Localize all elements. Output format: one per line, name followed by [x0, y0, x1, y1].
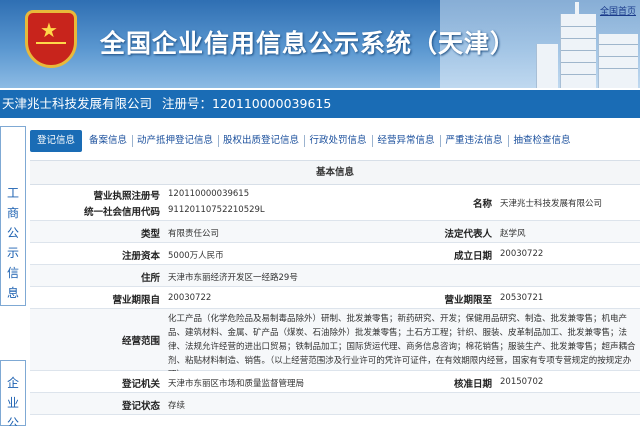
company-name-label: 名称 — [472, 199, 492, 210]
tab-equity-pledge[interactable]: 股权出质登记信息 — [220, 130, 302, 152]
side-tab-char: 业 — [6, 396, 19, 410]
company-reg: 注册号：120110000039615 — [162, 90, 331, 118]
authority-label: 登记机关 — [121, 379, 160, 390]
table-row: 经营范围 化工产品（化学危险品及易制毒品除外）研制、批发兼零售；新药研究、开发；… — [30, 309, 640, 380]
term-from-label: 营业期限自 — [112, 295, 160, 306]
capital-label: 注册资本 — [121, 251, 160, 262]
status-value: 存续 — [168, 401, 186, 411]
table-row: 营业执照注册号 统一社会信用代码 120110000039615 9112011… — [30, 185, 640, 221]
side-tab-char: 公 — [6, 416, 19, 426]
credit-code-label: 统一社会信用代码 — [83, 207, 160, 218]
company-name-value: 天津兆士科技发展有限公司 — [500, 199, 603, 209]
side-tab-char: 商 — [6, 206, 19, 220]
address-label: 住所 — [140, 273, 160, 284]
type-value: 有限责任公司 — [168, 229, 220, 239]
company-name: 天津兆士科技发展有限公司 — [2, 96, 153, 111]
status-label: 登记状态 — [121, 401, 160, 412]
company-bar: 天津兆士科技发展有限公司 注册号：120110000039615 — [0, 90, 640, 118]
tab-registration[interactable]: 登记信息 — [30, 130, 82, 152]
side-tab-char: 公 — [6, 226, 19, 240]
founding-date-value: 20030722 — [500, 249, 544, 259]
authority-value: 天津市东丽区市场和质量监督管理局 — [168, 379, 305, 389]
side-tab-business-info[interactable]: 工 商 公 示 信 息 — [0, 126, 26, 306]
home-link[interactable]: 全国首页 — [600, 4, 636, 17]
side-tab-char: 示 — [6, 246, 19, 260]
business-scope-label: 经营范围 — [121, 336, 160, 347]
term-from-value: 20030722 — [168, 293, 212, 303]
credit-code-value: 91120110752210529L — [168, 205, 265, 215]
reg-label: 注册号： — [162, 96, 213, 111]
tab-penalty[interactable]: 行政处罚信息 — [306, 130, 370, 152]
site-title: 全国企业信用信息公示系统（天津） — [100, 29, 517, 58]
table-caption: 基本信息 — [30, 161, 640, 185]
side-tab-enterprise-info[interactable]: 企 业 公 — [0, 360, 26, 426]
table-row: 类型 有限责任公司 法定代表人 赵学风 — [30, 221, 640, 243]
founding-date-label: 成立日期 — [453, 251, 492, 262]
building-tower — [560, 14, 596, 88]
tab-filing[interactable]: 备案信息 — [86, 130, 130, 152]
national-emblem-icon: ★ — [22, 10, 80, 72]
table-row: 营业期限自 20030722 营业期限至 20530721 — [30, 287, 640, 309]
reg-no-label: 营业执照注册号 — [93, 191, 160, 202]
type-label: 类型 — [140, 229, 160, 240]
building-left — [536, 44, 558, 88]
info-tabs: 登记信息 备案信息 动产抵押登记信息 股权出质登记信息 行政处罚信息 经营异常信… — [30, 130, 640, 152]
table-row: 住所 天津市东丽经济开发区一经路29号 — [30, 265, 640, 287]
reg-number: 120110000039615 — [212, 96, 332, 111]
side-tab-char: 息 — [6, 286, 19, 300]
term-to-value: 20530721 — [500, 293, 544, 303]
term-to-label: 营业期限至 — [444, 295, 492, 306]
capital-value: 5000万人民币 — [168, 251, 224, 261]
legal-rep-label: 法定代表人 — [444, 229, 492, 240]
table-row: 登记状态 存续 — [30, 393, 640, 415]
approval-date-value: 20150702 — [500, 377, 544, 387]
side-tab-char: 信 — [6, 266, 19, 280]
side-tab-char: 工 — [6, 186, 19, 200]
legal-rep-value: 赵学风 — [500, 229, 526, 239]
building-right — [598, 34, 638, 88]
tab-chattel-mortgage[interactable]: 动产抵押登记信息 — [134, 130, 216, 152]
basic-info-table: 基本信息 营业执照注册号 统一社会信用代码 120110000039615 91… — [30, 160, 640, 415]
side-tab-char: 企 — [6, 376, 19, 390]
address-value: 天津市东丽经济开发区一经路29号 — [168, 273, 298, 283]
table-row: 注册资本 5000万人民币 成立日期 20030722 — [30, 243, 640, 265]
tab-serious-violation[interactable]: 严重违法信息 — [442, 130, 506, 152]
approval-date-label: 核准日期 — [453, 379, 492, 390]
reg-no-value: 120110000039615 — [168, 189, 250, 199]
tab-abnormal[interactable]: 经营异常信息 — [374, 130, 438, 152]
table-row: 登记机关 天津市东丽区市场和质量监督管理局 核准日期 20150702 — [30, 371, 640, 393]
header-banner: ★ 全国企业信用信息公示系统（天津） 全国首页 — [0, 0, 640, 88]
tab-inspection[interactable]: 抽查检查信息 — [510, 130, 574, 152]
